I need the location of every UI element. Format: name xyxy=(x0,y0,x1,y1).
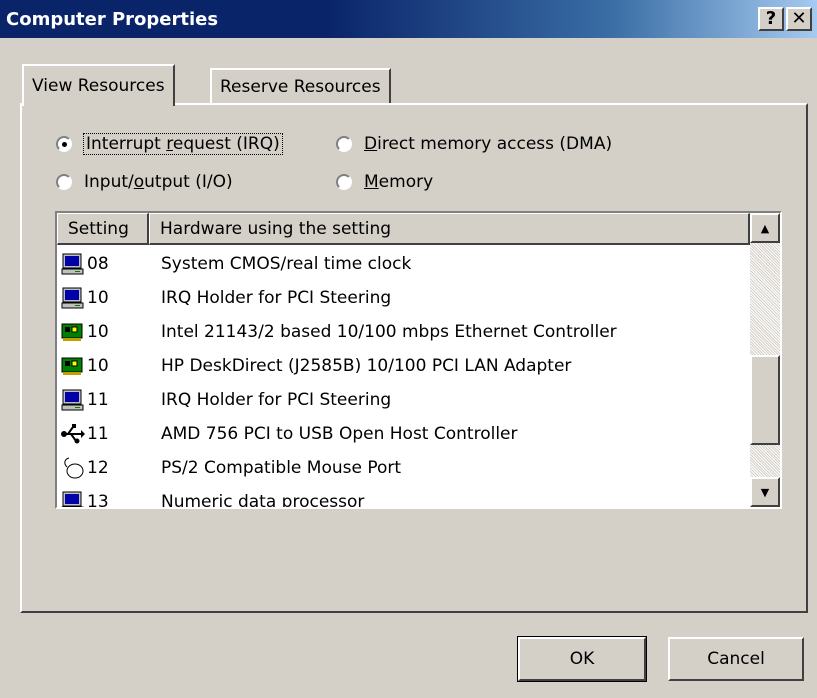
usb-icon xyxy=(61,423,85,445)
vertical-scrollbar[interactable]: ▲ ▼ xyxy=(750,213,780,507)
column-header-setting[interactable]: Setting xyxy=(57,213,149,245)
help-button[interactable]: ? xyxy=(758,7,784,31)
row-setting: 11 xyxy=(87,390,109,410)
radio-label: Interrupt request (IRQ) xyxy=(83,133,283,155)
radio-io[interactable]: Input/output (I/O) xyxy=(56,172,233,192)
radio-unchecked-icon xyxy=(56,174,72,190)
arrow-up-icon: ▲ xyxy=(760,221,770,235)
radio-dma[interactable]: Direct memory access (DMA) xyxy=(336,134,612,154)
table-row[interactable]: 08 System CMOS/real time clock xyxy=(57,247,737,281)
radio-unchecked-icon xyxy=(336,174,352,190)
row-setting: 08 xyxy=(87,254,109,274)
scroll-up-button[interactable]: ▲ xyxy=(750,213,780,243)
computer-icon xyxy=(61,389,85,411)
radio-irq[interactable]: Interrupt request (IRQ) xyxy=(56,133,283,155)
row-setting: 13 xyxy=(87,492,109,509)
radio-label: Input/output (I/O) xyxy=(84,172,233,192)
network-card-icon xyxy=(61,321,85,343)
row-hardware: Numeric data processor xyxy=(161,492,365,509)
row-hardware: HP DeskDirect (J2585B) 10/100 PCI LAN Ad… xyxy=(161,356,572,376)
row-hardware: Intel 21143/2 based 10/100 mbps Ethernet… xyxy=(161,322,617,342)
close-icon: ✕ xyxy=(791,8,807,29)
close-button[interactable]: ✕ xyxy=(786,7,812,31)
row-setting: 11 xyxy=(87,424,109,444)
column-header-hardware[interactable]: Hardware using the setting xyxy=(149,213,750,245)
table-row[interactable]: 10 HP DeskDirect (J2585B) 10/100 PCI LAN … xyxy=(57,349,737,383)
computer-icon xyxy=(61,491,85,507)
radio-label: Memory xyxy=(364,172,434,192)
window-title: Computer Properties xyxy=(6,8,219,30)
row-setting: 10 xyxy=(87,356,109,376)
help-icon: ? xyxy=(765,8,777,29)
mouse-icon xyxy=(61,457,85,479)
row-setting: 10 xyxy=(87,288,109,308)
row-hardware: System CMOS/real time clock xyxy=(161,254,412,274)
tab-view-resources[interactable]: View Resources xyxy=(22,64,175,106)
row-hardware: AMD 756 PCI to USB Open Host Controller xyxy=(161,424,518,444)
tab-label: Reserve Resources xyxy=(220,77,381,97)
computer-icon xyxy=(61,287,85,309)
table-row[interactable]: 12 PS/2 Compatible Mouse Port xyxy=(57,451,737,485)
row-hardware: IRQ Holder for PCI Steering xyxy=(161,390,392,410)
scroll-thumb[interactable] xyxy=(750,355,780,445)
arrow-down-icon: ▼ xyxy=(760,485,770,499)
radio-memory[interactable]: Memory xyxy=(336,172,433,192)
ok-button[interactable]: OK xyxy=(517,636,647,682)
table-row[interactable]: 10 Intel 21143/2 based 10/100 mbps Ethern… xyxy=(57,315,737,349)
radio-unchecked-icon xyxy=(336,136,352,152)
tab-label: View Resources xyxy=(32,76,165,96)
table-row[interactable]: 11 IRQ Holder for PCI Steering xyxy=(57,383,737,417)
radio-label: Direct memory access (DMA) xyxy=(364,134,613,154)
cancel-button[interactable]: Cancel xyxy=(668,637,804,681)
row-setting: 10 xyxy=(87,322,109,342)
table-row[interactable]: 13 Numeric data processor xyxy=(57,485,737,509)
radio-checked-icon xyxy=(56,136,72,152)
row-hardware: PS/2 Compatible Mouse Port xyxy=(161,458,402,478)
row-setting: 12 xyxy=(87,458,109,478)
table-row[interactable]: 11 AMD 756 PCI to USB Open Host Controlle… xyxy=(57,417,737,451)
table-row[interactable]: 10 IRQ Holder for PCI Steering xyxy=(57,281,737,315)
computer-icon xyxy=(61,253,85,275)
title-bar[interactable]: Computer Properties xyxy=(0,0,817,38)
resource-list[interactable]: Setting Hardware using the setting 08 Sys… xyxy=(55,211,782,509)
tab-reserve-resources[interactable]: Reserve Resources xyxy=(210,68,391,104)
scroll-down-button[interactable]: ▼ xyxy=(750,477,780,507)
network-card-icon xyxy=(61,355,85,377)
row-hardware: IRQ Holder for PCI Steering xyxy=(161,288,392,308)
